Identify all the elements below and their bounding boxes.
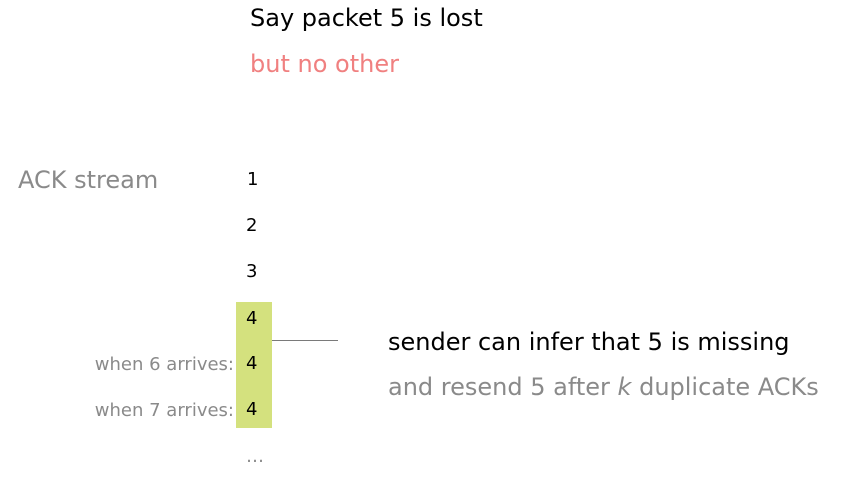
resend-note-k: k xyxy=(617,373,632,401)
resend-note-text-before: and resend 5 after xyxy=(388,373,618,401)
when-7-arrives-label: when 7 arrives: xyxy=(94,400,234,421)
ack-3: 3 xyxy=(246,261,258,282)
ack-2: 2 xyxy=(246,215,258,236)
slide-subtitle: but no other xyxy=(250,50,399,78)
when-6-arrives-label: when 6 arrives: xyxy=(94,354,234,375)
ack-4: 4 xyxy=(246,308,258,329)
inference-note: sender can infer that 5 is missing xyxy=(388,328,790,356)
slide-title: Say packet 5 is lost xyxy=(250,4,483,32)
connector-line xyxy=(272,340,338,341)
resend-note-text-after: duplicate ACKs xyxy=(631,373,819,401)
ack-4-duplicate-2: 4 xyxy=(246,399,258,420)
ack-ellipsis: … xyxy=(246,446,264,467)
ack-1: 1 xyxy=(247,169,259,190)
resend-note: and resend 5 after k duplicate ACKs xyxy=(388,373,819,401)
ack-stream-label: ACK stream xyxy=(18,166,159,194)
ack-4-duplicate-1: 4 xyxy=(246,353,258,374)
